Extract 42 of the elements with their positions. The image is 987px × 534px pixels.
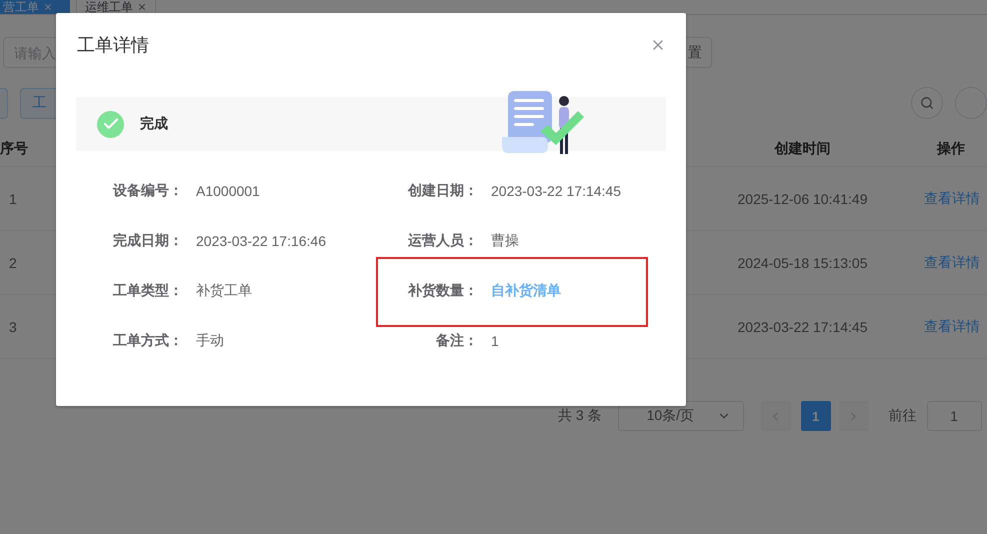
table-cell-text: 2024-05-18 15:13:05 — [736, 254, 868, 270]
field-value: 2023-03-22 17:16:46 — [196, 233, 326, 249]
field-label: 完成日期： — [112, 232, 183, 250]
column-header: 创建时间 — [773, 140, 832, 158]
field-label: 工单方式： — [112, 332, 183, 350]
search-icon — [920, 96, 934, 110]
table-cell-text: 2 — [8, 254, 18, 270]
field-label: 创建日期： — [406, 182, 478, 200]
view-details-link[interactable]: 查看详情 — [885, 318, 987, 336]
field-label: 备注： — [435, 332, 478, 350]
field-value: 手动 — [196, 332, 224, 350]
field-value: 1 — [491, 333, 499, 349]
close-icon[interactable] — [43, 2, 53, 12]
close-icon[interactable] — [137, 2, 147, 12]
page-size-select[interactable]: 10条/页 — [618, 401, 744, 431]
total-count: 共 3 条 — [558, 407, 602, 425]
table-cell-text: 1 — [8, 190, 18, 206]
field-value: 补货工单 — [196, 282, 252, 300]
field-label: 设备编号： — [112, 182, 183, 200]
view-details-link[interactable]: 查看详情 — [885, 254, 987, 272]
page-number-button[interactable]: 1 — [800, 401, 831, 431]
page-tab[interactable]: 运维工单 — [76, 0, 156, 14]
field-label: 补货数量： — [406, 282, 478, 300]
goto-page-field[interactable]: 1 — [926, 401, 982, 431]
table-cell-text: 2023-03-22 17:14:45 — [736, 318, 868, 334]
dialog-title: 工单详情 — [77, 34, 149, 57]
field-value: 曹操 — [491, 232, 519, 250]
field-label: 运营人员： — [407, 232, 478, 250]
view-details-link[interactable]: 查看详情 — [885, 190, 987, 208]
status-label: 完成 — [140, 115, 168, 133]
page-tab[interactable]: 营工单 — [0, 0, 70, 14]
field-value: 2023-03-22 17:14:45 — [491, 183, 621, 199]
toolbar-button[interactable] — [0, 88, 8, 118]
column-header: 操作 — [936, 140, 966, 158]
table-cell-text: 2025-12-06 10:41:49 — [736, 190, 868, 206]
restock-list-link[interactable]: 自补货清单 — [491, 282, 561, 300]
column-header: 序号 — [0, 140, 29, 158]
field-value: A1000001 — [196, 183, 260, 199]
goto-label: 前往 — [888, 407, 917, 425]
table-cell-text: 3 — [8, 318, 18, 334]
search-button[interactable] — [911, 87, 943, 119]
field-label: 工单类型： — [112, 282, 183, 300]
